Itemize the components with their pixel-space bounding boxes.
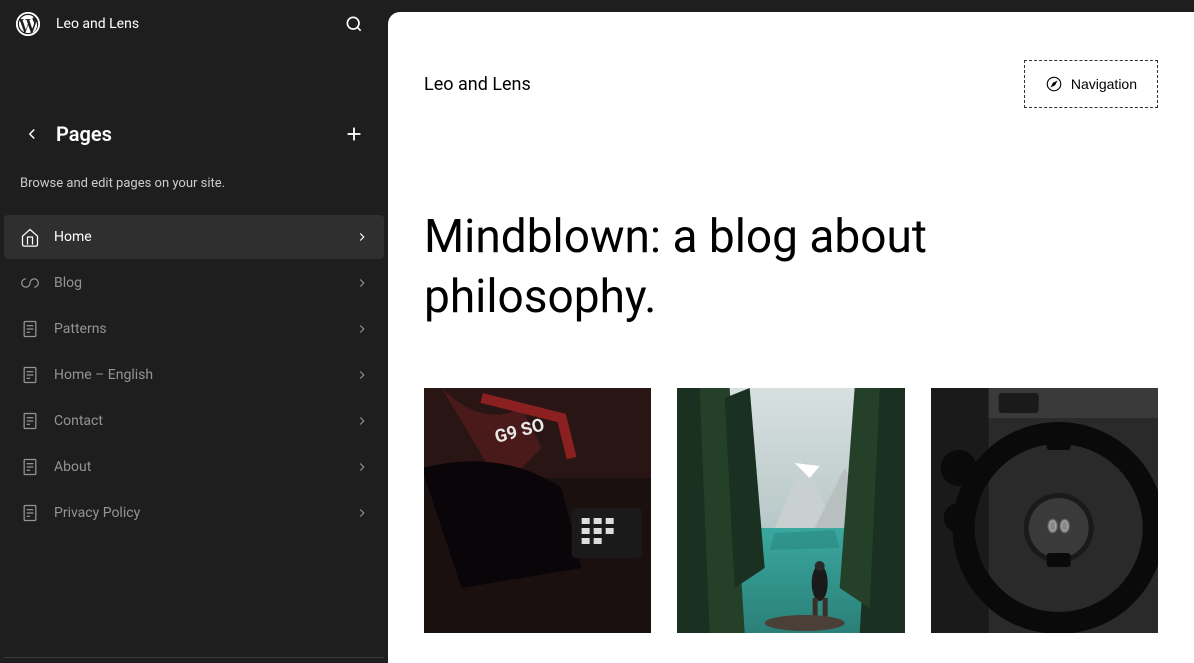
- nav-item-home[interactable]: Home: [4, 215, 384, 259]
- page-icon: [18, 455, 42, 479]
- loop-icon: [18, 271, 42, 295]
- post-image-card[interactable]: [677, 388, 904, 633]
- pages-title: Pages: [56, 122, 336, 146]
- chevron-left-icon: [23, 125, 41, 143]
- plus-icon: [343, 123, 365, 145]
- search-icon: [344, 14, 364, 34]
- nav-item-privacy-policy[interactable]: Privacy Policy: [4, 491, 384, 535]
- pages-nav-list: Home Blog: [0, 215, 388, 537]
- add-page-button[interactable]: [336, 116, 372, 152]
- nav-item-label: Home: [54, 229, 354, 245]
- nav-item-label: Privacy Policy: [54, 505, 354, 521]
- nav-item-label: Home – English: [54, 367, 354, 383]
- page-icon: [18, 317, 42, 341]
- chevron-right-icon: [354, 321, 370, 337]
- compass-icon: [1045, 75, 1063, 93]
- nav-item-label: Patterns: [54, 321, 354, 337]
- nav-item-home-english[interactable]: Home – English: [4, 353, 384, 397]
- post-image-grid: G9 SO: [388, 388, 1194, 633]
- nav-item-about[interactable]: About: [4, 445, 384, 489]
- back-button[interactable]: [16, 118, 48, 150]
- page-icon: [18, 363, 42, 387]
- navigation-button-label: Navigation: [1071, 76, 1137, 92]
- hero-title: Mindblown: a blog about philosophy.: [388, 108, 1194, 388]
- search-button[interactable]: [336, 6, 372, 42]
- chevron-right-icon: [354, 229, 370, 245]
- post-image-card[interactable]: [931, 388, 1158, 633]
- nav-item-label: About: [54, 459, 354, 475]
- preview-site-title: Leo and Lens: [424, 74, 531, 95]
- chevron-right-icon: [354, 459, 370, 475]
- post-image-card[interactable]: G9 SO: [424, 388, 651, 633]
- nav-item-label: Blog: [54, 275, 354, 291]
- site-title: Leo and Lens: [56, 16, 336, 32]
- nav-item-contact[interactable]: Contact: [4, 399, 384, 443]
- chevron-right-icon: [354, 505, 370, 521]
- sidebar-divider: [4, 657, 384, 658]
- page-preview[interactable]: Leo and Lens Navigation Mindblown: a blo…: [388, 12, 1194, 663]
- chevron-right-icon: [354, 367, 370, 383]
- nav-item-label: Contact: [54, 413, 354, 429]
- nav-item-blog[interactable]: Blog: [4, 261, 384, 305]
- chevron-right-icon: [354, 413, 370, 429]
- page-icon: [18, 409, 42, 433]
- page-icon: [18, 501, 42, 525]
- home-icon: [18, 225, 42, 249]
- pages-description: Browse and edit pages on your site.: [0, 160, 388, 215]
- wordpress-logo[interactable]: [16, 12, 40, 36]
- nav-item-patterns[interactable]: Patterns: [4, 307, 384, 351]
- chevron-right-icon: [354, 275, 370, 291]
- navigation-block-button[interactable]: Navigation: [1024, 60, 1158, 108]
